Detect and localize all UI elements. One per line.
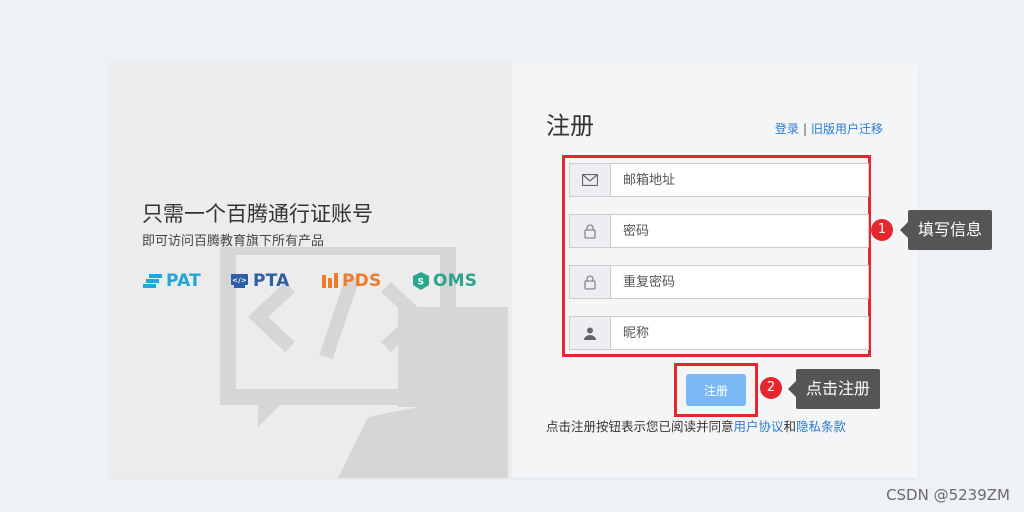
- promo-subline: 即可访问百腾教育旗下所有产品: [142, 234, 325, 249]
- promo-panel: 只需一个百腾通行证账号 即可访问百腾教育旗下所有产品 PAT </> PTA P…: [110, 62, 512, 478]
- agreement-prefix: 点击注册按钮表示您已阅读并同意: [546, 419, 734, 434]
- svg-text:</>: </>: [232, 277, 247, 285]
- step-badge-2: 2: [760, 377, 782, 399]
- password-input[interactable]: [611, 215, 868, 247]
- oms-logo-icon: S: [413, 272, 429, 290]
- email-field: [569, 163, 869, 197]
- pat-logo-icon: [143, 274, 162, 288]
- register-title: 注册: [546, 112, 594, 140]
- pta-logo-icon: </>: [231, 274, 248, 288]
- agreement-and: 和: [783, 419, 797, 434]
- lock-icon: [570, 215, 611, 247]
- brand-pta[interactable]: </> PTA: [230, 271, 290, 291]
- brand-pat[interactable]: PAT: [143, 271, 201, 291]
- brand-label: PDS: [342, 271, 382, 291]
- migrate-link[interactable]: 旧版用户迁移: [811, 122, 883, 136]
- callout-fill-info: 填写信息: [899, 210, 993, 250]
- register-panel: 注册 登录 | 旧版用户迁移 邮箱地址 昵称 注册 点击注册按钮表示您已阅读并同…: [512, 62, 918, 478]
- login-card: 只需一个百腾通行证账号 即可访问百腾教育旗下所有产品 PAT </> PTA P…: [110, 62, 918, 478]
- register-button[interactable]: 注册: [686, 374, 746, 406]
- brand-label: OMS: [433, 271, 478, 291]
- top-links: 登录 | 旧版用户迁移: [775, 120, 883, 137]
- user-icon: [570, 317, 611, 349]
- agreement-text: 点击注册按钮表示您已阅读并同意用户协议和隐私条款: [546, 416, 846, 435]
- lock-icon: [570, 266, 611, 298]
- form-highlight: [562, 155, 871, 357]
- user-agreement-link[interactable]: 用户协议: [734, 419, 784, 434]
- nickname-field: [569, 316, 869, 350]
- watermark: CSDN @5239ZM: [886, 486, 1010, 504]
- envelope-icon: [570, 164, 611, 196]
- button-highlight: 注册: [674, 363, 758, 417]
- promo-headline: 只需一个百腾通行证账号: [142, 202, 373, 226]
- brand-label: PTA: [253, 271, 290, 291]
- brand-label: PAT: [166, 271, 201, 291]
- nickname-input[interactable]: [611, 317, 868, 349]
- confirm-password-input[interactable]: [611, 266, 868, 298]
- callout-click-register: 点击注册: [787, 369, 881, 409]
- privacy-link[interactable]: 隐私条款: [796, 419, 846, 434]
- password-field: [569, 214, 869, 248]
- email-input[interactable]: [611, 164, 868, 196]
- step-badge-1: 1: [871, 219, 893, 241]
- login-link[interactable]: 登录: [775, 122, 799, 136]
- brand-oms[interactable]: S OMS: [412, 271, 477, 291]
- svg-text:S: S: [418, 278, 425, 288]
- confirm-password-field: [569, 265, 869, 299]
- pds-logo-icon: [322, 273, 338, 288]
- brand-pds[interactable]: PDS: [321, 271, 381, 291]
- link-separator: |: [802, 122, 807, 136]
